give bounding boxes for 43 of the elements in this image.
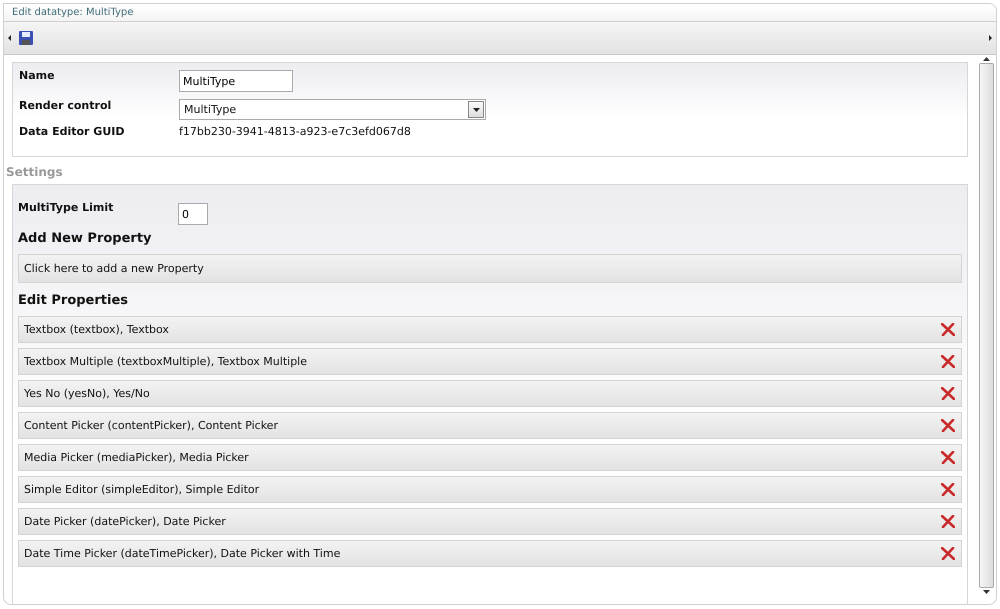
property-row[interactable]: Textbox (textbox), Textbox bbox=[18, 316, 962, 343]
property-row[interactable]: Simple Editor (simpleEditor), Simple Editor bbox=[18, 476, 962, 503]
render-control-dropdown[interactable]: MultiType bbox=[179, 99, 486, 120]
property-row[interactable]: Content Picker (contentPicker), Content Picker bbox=[18, 412, 962, 439]
property-row[interactable]: Textbox Multiple (textboxMultiple), Textbox Multiple bbox=[18, 348, 962, 375]
property-label: Simple Editor (simpleEditor), Simple Editor bbox=[24, 483, 260, 496]
delete-icon[interactable] bbox=[941, 483, 955, 496]
delete-icon[interactable] bbox=[941, 355, 955, 368]
section-heading: Edit Properties bbox=[18, 293, 130, 308]
delete-icon[interactable] bbox=[941, 515, 955, 528]
delete-icon[interactable] bbox=[941, 323, 955, 336]
delete-icon[interactable] bbox=[941, 451, 955, 464]
dropdown-arrow-icon bbox=[472, 108, 480, 112]
property-row[interactable]: Date Time Picker (dateTimePicker), Date Picker with Time bbox=[18, 540, 962, 567]
property-row[interactable]: Yes No (yesNo), Yes/No bbox=[18, 380, 962, 407]
property-label: Textbox (textbox), Textbox bbox=[24, 323, 169, 336]
property-label: Media Picker (mediaPicker), Media Picker bbox=[24, 451, 249, 464]
field-label: MultiType Limit bbox=[18, 201, 114, 214]
section-heading: Add New Property bbox=[18, 231, 153, 246]
property-label: Yes No (yesNo), Yes/No bbox=[24, 387, 150, 400]
field-label: Render control bbox=[19, 99, 112, 112]
section-heading: Settings bbox=[6, 165, 64, 179]
delete-icon[interactable] bbox=[941, 419, 955, 432]
property-label: Content Picker (contentPicker), Content Picker bbox=[24, 419, 278, 432]
field-label: Data Editor GUID bbox=[19, 125, 126, 138]
delete-icon[interactable] bbox=[941, 387, 955, 400]
limit-input[interactable]: 0 bbox=[178, 203, 208, 225]
scroll-left-icon[interactable] bbox=[8, 35, 11, 41]
property-label: Date Picker (datePicker), Date Picker bbox=[24, 515, 226, 528]
property-row[interactable]: Date Picker (datePicker), Date Picker bbox=[18, 508, 962, 535]
scroll-up-icon[interactable] bbox=[983, 57, 990, 61]
field-label: Name bbox=[19, 69, 56, 82]
property-label: Textbox Multiple (textboxMultiple), Textbox Multiple bbox=[24, 355, 308, 368]
guid-value: f17bb230-3941-4813-a923-e7c3efd067d8 bbox=[179, 125, 411, 138]
delete-icon[interactable] bbox=[941, 547, 955, 560]
name-input[interactable]: MultiType bbox=[179, 70, 293, 92]
window-title: Edit datatype: MultiType bbox=[4, 4, 996, 22]
scroll-right-icon[interactable] bbox=[989, 35, 992, 41]
add-property-button[interactable]: Click here to add a new Property bbox=[18, 254, 962, 283]
scroll-down-icon[interactable] bbox=[983, 590, 990, 594]
save-icon[interactable] bbox=[19, 31, 33, 45]
property-label: Date Time Picker (dateTimePicker), Date Picker with Time bbox=[24, 547, 340, 560]
property-row[interactable]: Media Picker (mediaPicker), Media Picker bbox=[18, 444, 962, 471]
